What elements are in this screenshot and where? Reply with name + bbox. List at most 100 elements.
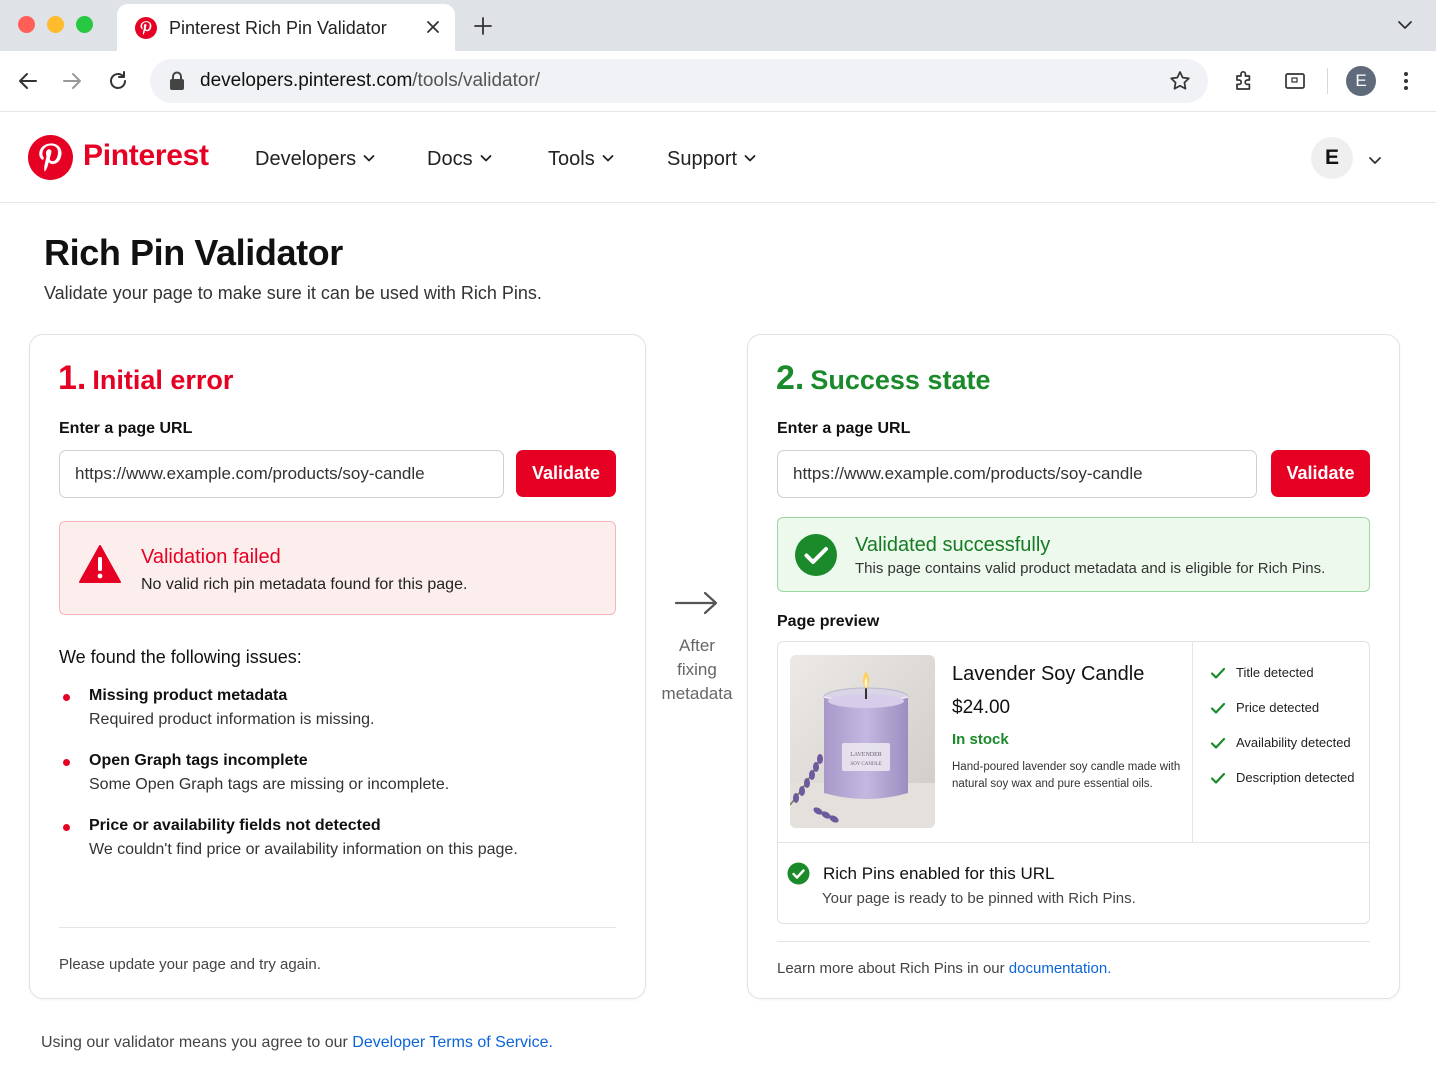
detection-item: Price detected <box>1210 700 1319 717</box>
issue-description: We couldn't find price or availability i… <box>89 841 518 858</box>
kebab-menu-icon[interactable] <box>1396 69 1416 93</box>
bookmark-star-icon[interactable] <box>1168 69 1192 93</box>
success-alert: Validated successfully This page contain… <box>777 517 1370 592</box>
jar-label-line-1: LAVENDER <box>850 752 882 758</box>
reload-icon[interactable] <box>106 69 130 93</box>
step-number: 2. <box>776 359 805 397</box>
detection-item: Title detected <box>1210 665 1314 682</box>
bullet-dot <box>63 694 70 701</box>
chevron-down-icon <box>602 154 614 162</box>
divider <box>778 842 1369 843</box>
step-number: 1. <box>58 359 87 397</box>
chevron-down-icon[interactable] <box>1394 14 1416 36</box>
issue-title: Open Graph tags incomplete <box>89 752 308 769</box>
preview-label: Page preview <box>777 613 880 630</box>
pinterest-logo-icon[interactable] <box>28 135 73 180</box>
window-maximize-button[interactable] <box>76 16 93 33</box>
check-icon <box>1210 667 1226 679</box>
step-heading: 1. Initial error <box>58 359 233 398</box>
forward-arrow-icon[interactable] <box>60 69 84 93</box>
nav-developers-label: Developers <box>255 148 357 170</box>
site-header: Pinterest Developers Docs Tools Support … <box>0 112 1436 203</box>
check-icon <box>1210 772 1226 784</box>
caption-line: fixing <box>677 660 717 679</box>
detection-label: Price detected <box>1236 700 1320 715</box>
product-description: Hand-poured lavender soy candle made wit… <box>952 761 1181 790</box>
lock-icon[interactable] <box>168 71 186 91</box>
issue-title: Missing product metadata <box>89 687 288 704</box>
check-circle-icon <box>787 862 810 885</box>
url-field-label: Enter a page URL <box>777 420 911 437</box>
product-image: LAVENDER SOY CANDLE <box>790 655 935 828</box>
browser-toolbar: developers.pinterest.com/tools/validator… <box>0 51 1436 112</box>
developer-terms-link[interactable]: Developer Terms of Service. <box>352 1034 553 1051</box>
terms-note: Using our validator means you agree to o… <box>41 1034 553 1052</box>
detection-item: Availability detected <box>1210 735 1351 752</box>
chevron-down-icon <box>363 154 375 162</box>
caption-line: After <box>679 636 715 655</box>
jar-label-line-2: SOY CANDLE <box>850 762 881 767</box>
learn-more-prefix: Learn more about Rich Pins in our <box>777 960 1009 977</box>
error-title: Validation failed <box>141 546 281 568</box>
browser-profile-avatar[interactable]: E <box>1346 66 1376 96</box>
documentation-link[interactable]: documentation. <box>1009 960 1112 977</box>
check-circle-icon <box>795 534 837 576</box>
issue-description: Some Open Graph tags are missing or inco… <box>89 776 450 793</box>
product-name: Lavender Soy Candle <box>952 663 1145 685</box>
initial-error-panel: 1.Initial error Enter a page URL Validat… <box>29 334 646 999</box>
url-field-label: Enter a page URL <box>59 420 193 437</box>
url-input[interactable] <box>777 450 1257 498</box>
browser-tab-bar: Pinterest Rich Pin Validator <box>0 0 1436 51</box>
chevron-down-icon <box>480 154 491 162</box>
page-title: Rich Pin Validator <box>44 232 343 273</box>
nav-support-label: Support <box>667 148 738 170</box>
nav-docs[interactable]: Docs <box>427 148 493 171</box>
chevron-down-icon[interactable] <box>1367 152 1383 168</box>
check-icon <box>1210 702 1226 714</box>
nav-developers[interactable]: Developers <box>255 148 376 171</box>
url-host: developers.pinterest.com <box>200 70 413 91</box>
detection-label: Title detected <box>1236 665 1314 680</box>
browser-tab-active[interactable]: Pinterest Rich Pin Validator <box>117 4 455 51</box>
new-tab-plus-icon[interactable] <box>472 15 494 37</box>
divider <box>1192 642 1193 842</box>
back-arrow-icon[interactable] <box>16 69 40 93</box>
logo-text[interactable]: Pinterest <box>83 139 209 173</box>
issue-description: Required product information is missing. <box>89 711 375 728</box>
address-bar[interactable]: developers.pinterest.com/tools/validator… <box>150 59 1208 103</box>
product-price: $24.00 <box>952 697 1011 718</box>
chevron-down-icon <box>744 154 756 162</box>
page-subtitle: Validate your page to make sure it can b… <box>44 283 542 303</box>
url-path: /tools/validator/ <box>412 70 541 91</box>
detection-label: Availability detected <box>1236 735 1351 750</box>
nav-docs-label: Docs <box>427 148 473 170</box>
page-preview-card: LAVENDER SOY CANDLE Lavender Soy Candle … <box>777 641 1370 924</box>
address-url[interactable]: developers.pinterest.com/tools/validator… <box>200 70 540 92</box>
validate-button[interactable]: Validate <box>1271 450 1370 497</box>
extensions-puzzle-icon[interactable] <box>1232 68 1258 94</box>
issue-title: Price or availability fields not detecte… <box>89 817 381 834</box>
error-message: No valid rich pin metadata found for thi… <box>141 576 468 593</box>
validate-button[interactable]: Validate <box>516 450 616 497</box>
picture-in-picture-icon[interactable] <box>1283 69 1307 93</box>
learn-more-text: Learn more about Rich Pins in our docume… <box>777 960 1111 977</box>
window-minimize-button[interactable] <box>47 16 64 33</box>
success-message: This page contains valid product metadat… <box>855 560 1326 577</box>
success-state-panel: 2.Success state Enter a page URL Validat… <box>747 334 1400 999</box>
footer-note: Please update your page and try again. <box>59 956 321 973</box>
transition-caption: After fixing metadata <box>652 634 742 706</box>
url-input[interactable] <box>59 450 504 498</box>
detection-label: Description detected <box>1236 770 1355 785</box>
caption-line: metadata <box>661 684 733 703</box>
close-icon[interactable] <box>423 17 443 37</box>
nav-support[interactable]: Support <box>667 148 757 171</box>
check-icon <box>1210 737 1226 749</box>
error-alert: Validation failed No valid rich pin meta… <box>59 521 616 615</box>
window-close-button[interactable] <box>18 16 35 33</box>
step-heading: 2. Success state <box>776 359 990 398</box>
nav-tools[interactable]: Tools <box>548 148 615 171</box>
rich-pins-enabled-message: Your page is ready to be pinned with Ric… <box>822 890 1136 907</box>
detection-item: Description detected <box>1210 770 1355 787</box>
user-avatar[interactable]: E <box>1311 137 1353 179</box>
nav-tools-label: Tools <box>548 148 595 170</box>
